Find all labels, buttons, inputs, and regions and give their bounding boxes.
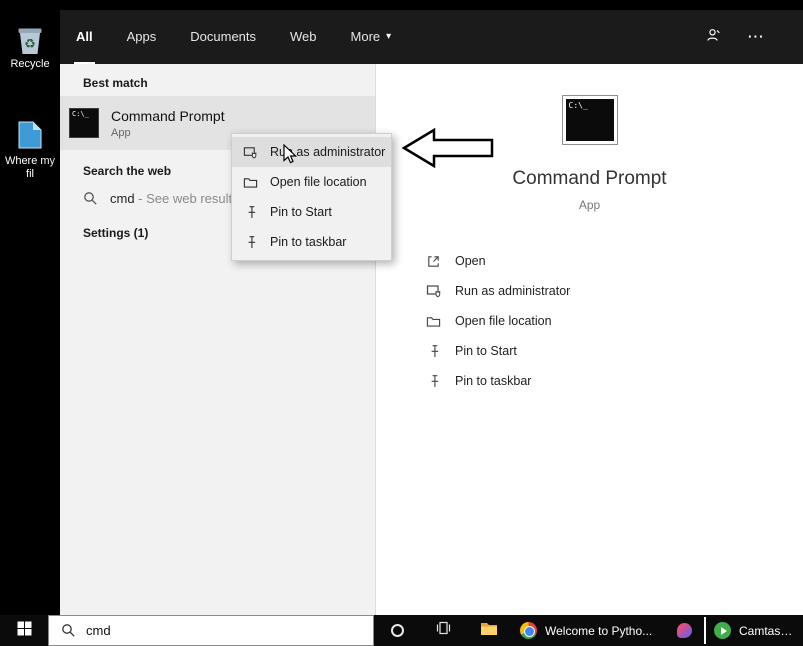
folder-icon <box>425 313 442 330</box>
web-suffix: - See web results <box>135 191 239 206</box>
tab-documents[interactable]: Documents <box>188 10 258 64</box>
mouse-cursor-icon <box>282 144 302 164</box>
pin-icon <box>243 235 258 250</box>
desktop-icon-label: Recycle <box>1 58 59 71</box>
folder-icon <box>243 175 258 190</box>
tab-more[interactable]: More ▾ <box>349 10 394 64</box>
command-prompt-icon-text: C:\_ <box>569 101 588 110</box>
taskbar: Welcome to Pytho... Camtasia S <box>0 615 803 646</box>
result-text: Command Prompt App <box>111 108 225 139</box>
tab-web[interactable]: Web <box>288 10 319 64</box>
context-menu: Run as administrator Open file location … <box>231 133 392 261</box>
taskbar-search-box[interactable] <box>48 615 374 646</box>
recycle-glyph-icon: ♻ <box>24 36 36 52</box>
preview-action-pin-to-taskbar[interactable]: Pin to taskbar <box>425 366 570 396</box>
action-label: Run as administrator <box>455 284 570 298</box>
app-icon <box>677 623 692 638</box>
taskbar-app-label: Welcome to Pytho... <box>545 624 652 638</box>
desktop-icon-where-my-file[interactable]: Where my fil <box>1 120 59 180</box>
search-tabs-bar: All Apps Documents Web More ▾ ⋯ <box>60 10 803 64</box>
task-view-button[interactable] <box>420 615 466 646</box>
tab-apps[interactable]: Apps <box>125 10 159 64</box>
desktop-icon-recycle-bin[interactable]: ♻ Recycle <box>1 24 59 71</box>
desktop-icon-label: Where my fil <box>1 155 59 180</box>
task-view-icon <box>435 620 452 641</box>
command-prompt-icon-large: C:\_ <box>563 96 617 144</box>
action-label: Pin to Start <box>455 344 517 358</box>
preview-action-pin-to-start[interactable]: Pin to Start <box>425 336 570 366</box>
pin-icon <box>425 373 442 390</box>
run-as-administrator-icon <box>243 145 258 160</box>
chrome-icon <box>520 622 537 639</box>
command-prompt-icon: C:\_ <box>69 108 99 138</box>
run-as-administrator-icon <box>425 283 442 300</box>
web-query: cmd <box>110 191 135 206</box>
preview-actions: Open Run as administrator <box>425 246 570 396</box>
preview-title: Command Prompt <box>512 168 666 190</box>
chevron-down-icon: ▾ <box>386 31 391 42</box>
cortana-button[interactable] <box>374 615 420 646</box>
menu-item-pin-to-start[interactable]: Pin to Start <box>232 197 391 227</box>
taskbar-search-input[interactable] <box>84 622 324 639</box>
windows-search-panel: All Apps Documents Web More ▾ ⋯ Best mat… <box>60 10 803 615</box>
action-label: Pin to taskbar <box>455 374 531 388</box>
search-icon <box>83 191 98 206</box>
taskbar-app-welcome-to-python[interactable]: Welcome to Pytho... <box>512 615 664 646</box>
topbar-right-icons: ⋯ <box>705 10 765 64</box>
taskbar-app-camtasia[interactable]: Camtasia S <box>706 615 803 646</box>
pin-icon <box>425 343 442 360</box>
preview-action-run-as-admin[interactable]: Run as administrator <box>425 276 570 306</box>
taskbar-app-button[interactable] <box>664 615 704 646</box>
section-best-match: Best match <box>83 76 375 90</box>
action-label: Open <box>455 254 486 268</box>
preview-subtitle: App <box>579 198 600 212</box>
menu-item-label: Open file location <box>270 175 367 189</box>
menu-item-label: Pin to Start <box>270 205 332 219</box>
search-icon <box>61 623 76 638</box>
camtasia-icon <box>714 622 731 639</box>
feedback-icon[interactable] <box>705 27 721 48</box>
tab-all[interactable]: All <box>74 10 95 64</box>
menu-item-open-file-location[interactable]: Open file location <box>232 167 391 197</box>
menu-item-run-as-administrator[interactable]: Run as administrator <box>232 137 391 167</box>
more-options-icon[interactable]: ⋯ <box>747 27 765 47</box>
result-subtitle: App <box>111 127 225 139</box>
result-title: Command Prompt <box>111 108 225 124</box>
file-explorer-button[interactable] <box>466 615 512 646</box>
windows-logo-icon <box>17 621 32 641</box>
open-icon <box>425 253 442 270</box>
recycle-bin-icon: ♻ <box>15 24 45 56</box>
preview-action-open-file-location[interactable]: Open file location <box>425 306 570 336</box>
blue-file-icon <box>1 120 59 153</box>
start-button[interactable] <box>0 615 48 646</box>
annotation-arrow-icon <box>402 126 494 170</box>
tab-more-label: More <box>351 29 381 44</box>
command-prompt-icon-text: C:\_ <box>72 110 89 118</box>
file-explorer-icon <box>480 621 498 641</box>
taskbar-app-label: Camtasia S <box>739 624 795 638</box>
menu-item-label: Pin to taskbar <box>270 235 346 249</box>
action-label: Open file location <box>455 314 552 328</box>
menu-item-pin-to-taskbar[interactable]: Pin to taskbar <box>232 227 391 257</box>
preview-action-open[interactable]: Open <box>425 246 570 276</box>
search-tabs: All Apps Documents Web More ▾ <box>74 10 393 64</box>
pin-icon <box>243 205 258 220</box>
cortana-icon <box>391 624 404 637</box>
